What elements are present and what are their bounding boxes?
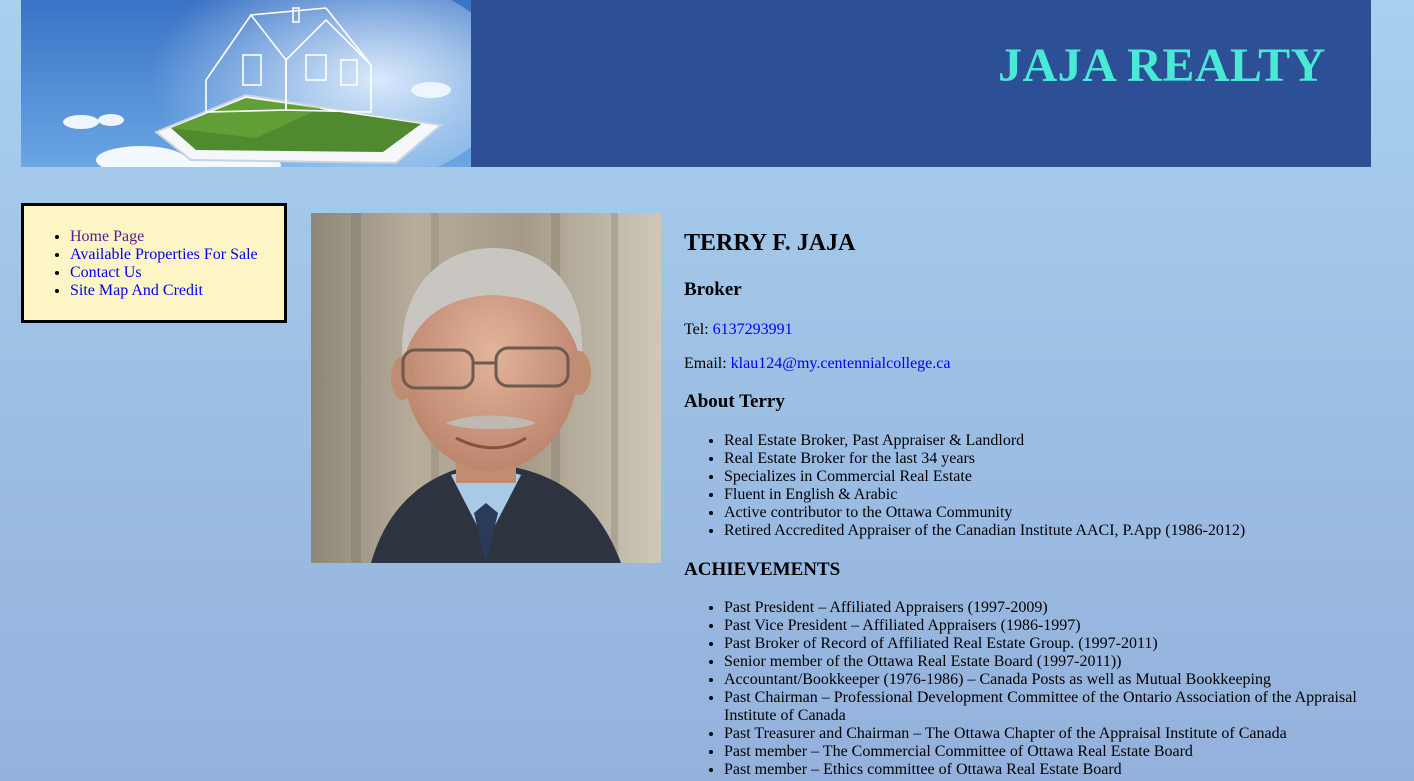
list-item: Real Estate Broker, Past Appraiser & Lan… (724, 432, 1384, 450)
list-item: Active contributor to the Ottawa Communi… (724, 504, 1384, 522)
site-map-link[interactable]: Site Map And Credit (70, 282, 203, 299)
list-item: Past Chairman – Professional Development… (724, 689, 1384, 725)
list-item: Retired Accredited Appraiser of the Cana… (724, 522, 1384, 540)
nav-item-home: Home Page (70, 228, 258, 246)
phone-link[interactable]: 6137293991 (713, 321, 793, 338)
about-list: Real Estate Broker, Past Appraiser & Lan… (684, 432, 1384, 540)
email-label: Email: (684, 355, 731, 372)
nav-item-properties: Available Properties For Sale (70, 246, 258, 264)
email-link[interactable]: klau124@my.centennialcollege.ca (731, 355, 951, 372)
nav-list: Home Page Available Properties For Sale … (24, 228, 258, 300)
broker-portrait-photo (311, 213, 661, 563)
telephone-line: Tel: 6137293991 (684, 321, 793, 339)
achievements-heading: ACHIEVEMENTS (684, 559, 841, 580)
list-item: Past Vice President – Affiliated Apprais… (724, 617, 1384, 635)
site-title: JAJA REALTY (998, 39, 1326, 92)
list-item: Past Broker of Record of Affiliated Real… (724, 635, 1384, 653)
email-line: Email: klau124@my.centennialcollege.ca (684, 355, 950, 373)
about-heading: About Terry (684, 391, 785, 412)
list-item: Past member – Ethics committee of Ottawa… (724, 761, 1384, 779)
list-item: Past member – The Commercial Committee o… (724, 743, 1384, 761)
list-item: Past President – Affiliated Appraisers (… (724, 599, 1384, 617)
achievements-list: Past President – Affiliated Appraisers (… (684, 599, 1384, 779)
available-properties-link[interactable]: Available Properties For Sale (70, 246, 258, 263)
tel-label: Tel: (684, 321, 713, 338)
house-banner-image (21, 0, 471, 167)
list-item: Past Treasurer and Chairman – The Ottawa… (724, 725, 1384, 743)
site-header: JAJA REALTY (21, 0, 1371, 167)
list-item: Fluent in English & Arabic (724, 486, 1384, 504)
list-item: Real Estate Broker for the last 34 years (724, 450, 1384, 468)
nav-item-contact: Contact Us (70, 264, 258, 282)
broker-role: Broker (684, 279, 742, 300)
contact-us-link[interactable]: Contact Us (70, 264, 142, 281)
list-item: Senior member of the Ottawa Real Estate … (724, 653, 1384, 671)
list-item: Specializes in Commercial Real Estate (724, 468, 1384, 486)
home-page-link[interactable]: Home Page (70, 228, 144, 245)
list-item: Accountant/Bookkeeper (1976-1986) – Cana… (724, 671, 1384, 689)
broker-name: TERRY F. JAJA (684, 230, 856, 256)
side-navigation: Home Page Available Properties For Sale … (21, 203, 287, 323)
nav-item-sitemap: Site Map And Credit (70, 282, 258, 300)
